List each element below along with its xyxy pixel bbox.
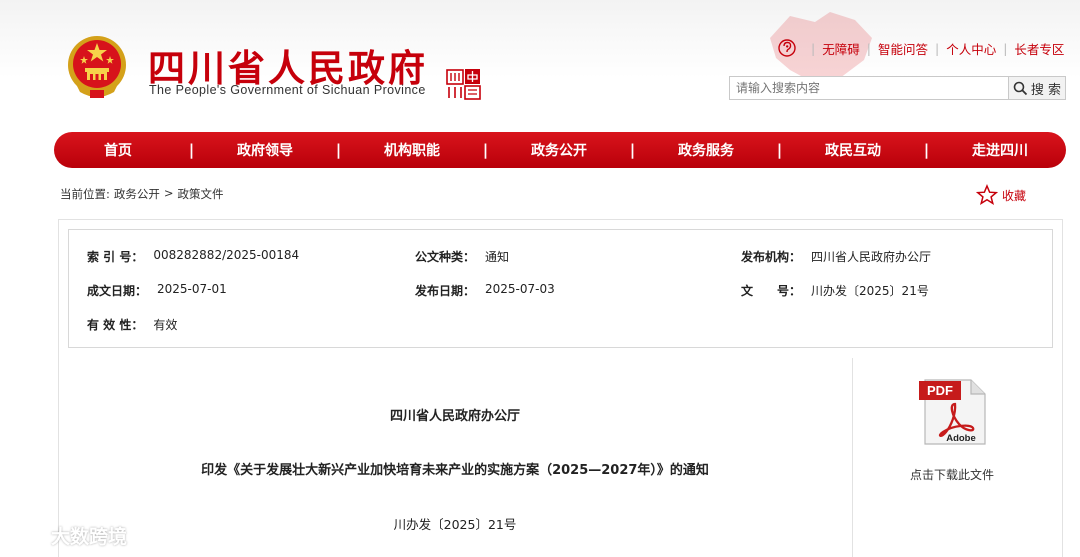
document-title: 印发《关于发展壮大新兴产业加快培育未来产业的实施方案（2025—2027年）》的… [201, 463, 709, 478]
nav-separator: | [629, 141, 636, 159]
nav-item-gov-affairs[interactable]: 政务公开 [495, 140, 623, 160]
favorite-button[interactable]: 收藏 [976, 184, 1026, 206]
meta-docno: 文 号： 川办发〔2025〕21号 [741, 282, 929, 299]
watermark: 大数跨境 [8, 522, 127, 549]
meta-created-label: 成文日期： [87, 284, 148, 298]
nav-item-leaders[interactable]: 政府领导 [201, 140, 329, 160]
meta-index-label: 索 引 号： [87, 250, 144, 264]
top-link-separator: | [811, 40, 816, 56]
meta-validity-label: 有 效 性： [87, 318, 144, 332]
pdf-badge-label: PDF [927, 383, 953, 398]
meta-index-value: 008282882/2025-00184 [153, 248, 300, 262]
nav-separator: | [923, 141, 930, 159]
main-navigation: 首页 | 政府领导 | 机构职能 | 政务公开 | 政务服务 | 政民互动 | … [54, 132, 1066, 168]
watermark-text: 大数跨境 [51, 526, 128, 548]
meta-publisher-value: 四川省人民政府办公厅 [811, 250, 932, 264]
favorite-label: 收藏 [1002, 188, 1027, 203]
meta-published-value: 2025-07-03 [485, 282, 555, 296]
national-emblem-icon [68, 36, 126, 98]
nav-item-interaction[interactable]: 政民互动 [789, 140, 917, 160]
meta-publisher-label: 发布机构： [741, 250, 802, 264]
nav-separator: | [776, 141, 783, 159]
document-meta-table: 索 引 号： 008282882/2025-00184 公文种类： 通知 发布机… [68, 229, 1053, 348]
elderly-zone-link[interactable]: 长者专区 [1014, 39, 1064, 58]
meta-published: 发布日期： 2025-07-03 [415, 282, 555, 299]
top-links: | 无障碍 | 智能问答 | 个人中心 | 长者专区 [778, 38, 1064, 58]
nav-item-home[interactable]: 首页 [54, 140, 182, 160]
header: 四川省人民政府 The People's Government of Sichu… [0, 0, 1080, 130]
meta-validity: 有 效 性： 有效 [87, 316, 177, 333]
meta-type-label: 公文种类： [415, 250, 476, 264]
ear-icon[interactable] [778, 39, 796, 57]
breadcrumb: 当前位置: 政务公开 > 政策文件 [60, 186, 224, 202]
top-link-separator: | [934, 40, 940, 56]
top-link-separator: | [1003, 40, 1008, 56]
accessibility-link[interactable]: 无障碍 [822, 39, 860, 58]
document-number: 川办发〔2025〕21号 [393, 517, 517, 532]
watermark-logo-icon [11, 525, 47, 543]
meta-created-value: 2025-07-01 [157, 282, 227, 296]
meta-created: 成文日期： 2025-07-01 [87, 282, 227, 299]
breadcrumb-prefix: 当前位置: [60, 187, 110, 201]
meta-type-value: 通知 [485, 250, 510, 264]
meta-published-label: 发布日期： [415, 284, 476, 298]
breadcrumb-item-gov-affairs[interactable]: 政务公开 [114, 186, 160, 202]
breadcrumb-item-policy-docs[interactable]: 政策文件 [178, 186, 224, 202]
meta-publisher: 发布机构： 四川省人民政府办公厅 [741, 248, 931, 265]
search-button[interactable]: 搜 索 [1008, 76, 1066, 100]
search-input[interactable] [729, 76, 1009, 100]
breadcrumb-separator: > [163, 186, 174, 200]
seal-logo [446, 69, 481, 100]
meta-type: 公文种类： 通知 [415, 248, 509, 265]
star-icon [976, 184, 998, 206]
download-file-link[interactable]: 点击下载此文件 [852, 466, 1052, 483]
meta-docno-value: 川办发〔2025〕21号 [811, 284, 929, 298]
search-button-label: 搜 索 [1030, 82, 1062, 98]
search-icon [1013, 81, 1028, 95]
meta-docno-label: 文 号： [741, 284, 802, 298]
smart-qa-link[interactable]: 智能问答 [878, 39, 928, 58]
nav-separator: | [482, 141, 489, 159]
pdf-file-icon[interactable]: PDF Adobe [919, 378, 989, 446]
site-subtitle: The People's Government of Sichuan Provi… [149, 83, 426, 97]
meta-index: 索 引 号： 008282882/2025-00184 [87, 248, 299, 265]
nav-separator: | [188, 141, 195, 159]
nav-item-about-sichuan[interactable]: 走进四川 [936, 140, 1064, 160]
nav-separator: | [335, 141, 342, 159]
adobe-label: Adobe [946, 433, 976, 444]
content-divider [852, 358, 853, 557]
top-link-separator: | [866, 40, 871, 56]
nav-item-services[interactable]: 政务服务 [642, 140, 770, 160]
meta-validity-value: 有效 [153, 318, 178, 332]
nav-item-functions[interactable]: 机构职能 [348, 140, 476, 160]
personal-center-link[interactable]: 个人中心 [946, 39, 996, 58]
document-issuer: 四川省人民政府办公厅 [389, 409, 520, 424]
